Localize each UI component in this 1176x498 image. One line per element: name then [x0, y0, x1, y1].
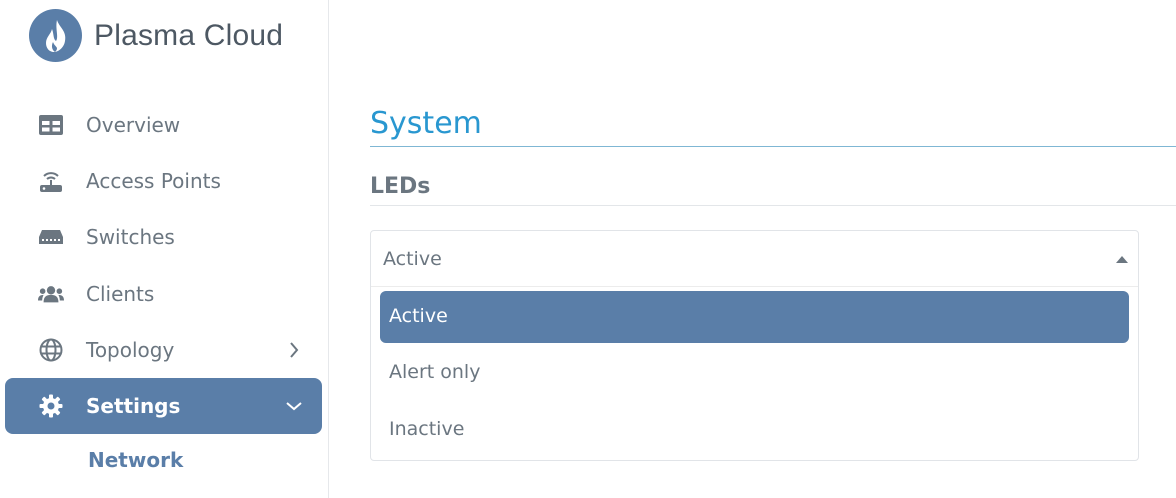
sidebar-item-label: Access Points: [86, 169, 221, 193]
section-title-leds: LEDs: [370, 174, 431, 199]
users-icon: [38, 281, 64, 307]
chevron-right-icon: [286, 342, 302, 358]
option-label: Inactive: [389, 418, 465, 440]
sidebar-item-label: Clients: [86, 282, 155, 306]
sidebar: Plasma Cloud Overview Access Points Swit…: [0, 0, 329, 498]
leds-option-alert-only[interactable]: Alert only: [380, 347, 1129, 399]
leds-select-toggle[interactable]: Active: [371, 231, 1138, 287]
globe-icon: [38, 337, 64, 363]
access-point-icon: [38, 168, 64, 194]
sidebar-item-switches[interactable]: Switches: [5, 209, 322, 265]
caret-up-icon: [1116, 256, 1128, 263]
sidebar-item-label: Settings: [86, 394, 181, 418]
brand-name: Plasma Cloud: [94, 18, 284, 52]
leds-option-inactive[interactable]: Inactive: [380, 404, 1129, 456]
page-title: System: [370, 106, 482, 141]
section-divider: [370, 205, 1176, 206]
option-label: Active: [389, 305, 448, 327]
sidebar-item-label: Topology: [86, 338, 175, 362]
chevron-down-icon: [286, 398, 302, 414]
switch-icon: [38, 224, 64, 250]
leds-select-value: Active: [383, 248, 442, 270]
sidebar-item-topology[interactable]: Topology: [5, 322, 322, 378]
brand[interactable]: Plasma Cloud: [29, 9, 283, 62]
main-content: System LEDs Active Active Alert only Ina…: [370, 0, 1176, 498]
sidebar-item-label: Switches: [86, 225, 175, 249]
sidebar-item-access-points[interactable]: Access Points: [5, 153, 322, 209]
gear-icon: [38, 393, 64, 419]
option-label: Alert only: [389, 361, 481, 383]
leds-option-active[interactable]: Active: [380, 291, 1129, 343]
sidebar-item-overview[interactable]: Overview: [5, 97, 322, 153]
leds-select: Active Active Alert only Inactive: [370, 230, 1139, 461]
sidebar-item-settings[interactable]: Settings: [5, 378, 322, 434]
dashboard-icon: [38, 112, 64, 138]
sidebar-subitem-network[interactable]: Network: [88, 448, 183, 472]
sidebar-item-label: Overview: [86, 113, 181, 137]
flame-icon: [29, 9, 82, 62]
title-divider: [370, 146, 1176, 147]
sidebar-item-clients[interactable]: Clients: [5, 266, 322, 322]
